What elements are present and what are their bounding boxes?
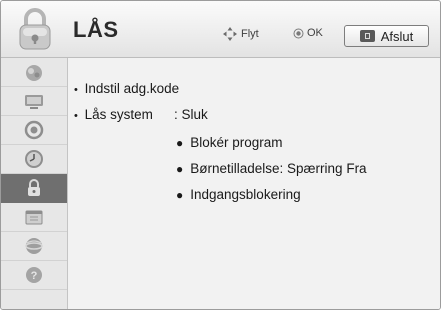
calendar-icon	[25, 210, 43, 225]
set-password-item[interactable]: Indstil adg.kode	[74, 81, 180, 96]
input-block-item[interactable]: ● Indgangsblokering	[176, 187, 301, 202]
parental-rating-label: Børnetilladelse: Spærring Fra	[190, 161, 367, 176]
sidebar-item-options[interactable]	[1, 203, 67, 232]
bullet-icon: ●	[176, 188, 184, 202]
exit-key-icon	[359, 30, 375, 42]
parental-rating-item[interactable]: ● Børnetilladelse: Spærring Fra	[176, 161, 367, 176]
ok-hint-label: OK	[307, 27, 323, 39]
clock-icon	[25, 150, 43, 168]
lock-system-label: Lås system	[84, 107, 153, 122]
direction-arrows-icon	[223, 27, 237, 41]
sidebar-item-audio[interactable]	[1, 116, 67, 145]
category-sidebar: ?	[1, 58, 68, 309]
block-program-label: Blokér program	[190, 135, 283, 150]
padlock-icon	[19, 8, 51, 50]
lock-menu-window: LÅS Flyt OK Afslut ? • Indstil adg.kode …	[0, 0, 441, 310]
sidebar-item-time[interactable]	[1, 145, 67, 174]
page-title: LÅS	[73, 17, 119, 42]
picture-icon	[26, 65, 42, 81]
input-block-label: Indgangsblokering	[190, 187, 301, 202]
ok-button-icon	[293, 28, 304, 38]
sidebar-item-support[interactable]: ?	[1, 261, 67, 290]
help-icon: ?	[26, 267, 42, 283]
sidebar-item-screen[interactable]	[1, 87, 67, 116]
lock-icon	[28, 179, 40, 196]
sidebar-item-picture[interactable]	[1, 58, 67, 87]
speaker-icon	[24, 120, 44, 140]
bullet-icon: ●	[176, 136, 184, 150]
sidebar-item-network[interactable]	[1, 232, 67, 261]
tv-screen-icon	[25, 95, 43, 109]
svg-text:?: ?	[31, 270, 38, 282]
ok-hint: OK	[293, 27, 323, 39]
sidebar-item-lock[interactable]	[1, 174, 67, 203]
block-program-item[interactable]: ● Blokér program	[176, 135, 283, 150]
move-hint: Flyt	[223, 27, 259, 41]
set-password-label: Indstil adg.kode	[84, 81, 180, 96]
lock-settings-panel: Indstil adg.kode Lås system : Sluk ● Blok…	[68, 58, 440, 309]
network-icon	[25, 238, 43, 254]
lock-system-value: : Sluk	[174, 107, 208, 122]
bullet-icon: ●	[176, 162, 184, 176]
lock-system-item[interactable]: Lås system	[74, 107, 153, 122]
move-hint-label: Flyt	[241, 28, 259, 40]
menu-header: LÅS Flyt OK Afslut	[1, 1, 440, 58]
exit-button[interactable]: Afslut	[344, 25, 429, 47]
exit-button-label: Afslut	[380, 28, 414, 44]
